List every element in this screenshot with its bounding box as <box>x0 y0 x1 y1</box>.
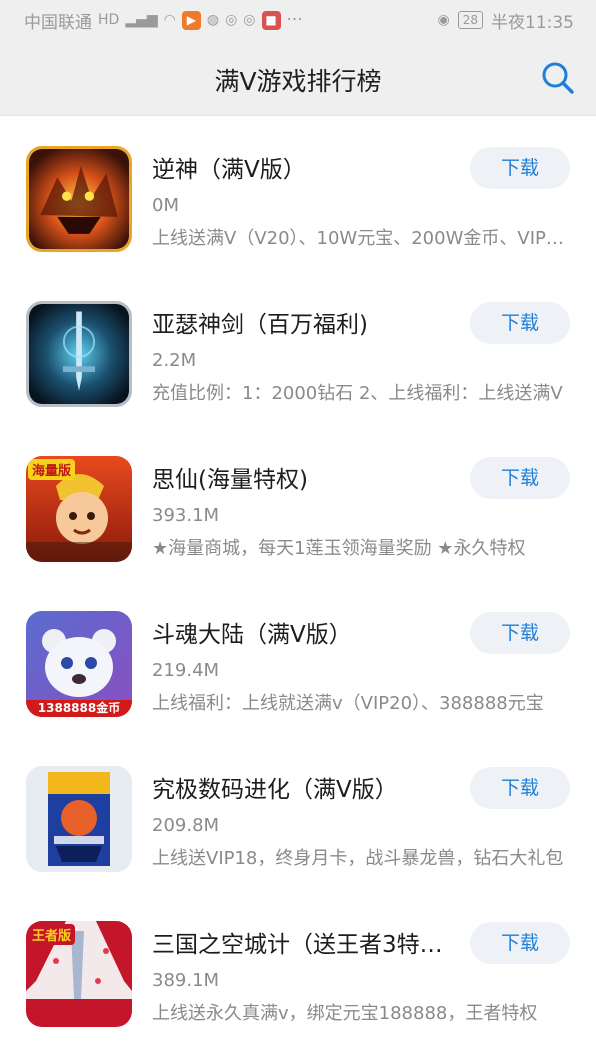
video-app-icon: ▶ <box>181 10 201 30</box>
carrier-label: 中国联通 <box>24 12 92 33</box>
three-kingdoms-icon: 王者版 <box>26 921 132 1027</box>
app-name: 三国之空城计（送王者3特权） <box>152 932 462 958</box>
app-size: 219.4M <box>152 660 220 681</box>
app-name: 斗魂大陆（满V版） <box>152 622 352 648</box>
app-description: 充值比例：1：2000钻石 2、上线福利：上线送满V <box>152 383 563 404</box>
app-size: 209.8M <box>152 815 220 836</box>
sword-icon <box>26 301 132 407</box>
app-size: 389.1M <box>152 970 220 991</box>
bear-icon: 1388888金币 <box>26 611 132 717</box>
app-description: 上线福利：上线就送满v（VIP20）、388888元宝 <box>152 693 544 714</box>
search-button[interactable] <box>540 60 576 96</box>
news-app-icon: ■ <box>261 10 281 30</box>
list-item[interactable]: 王者版 三国之空城计（送王者3特权） 389.1M 上线送永久真满v，绑定元宝1… <box>0 892 596 1047</box>
app-name: 思仙(海量特权) <box>152 467 308 493</box>
notification-icon: ◎ <box>225 12 238 28</box>
app-description: 上线送满V（V20）、10W元宝、200W金币、VIP礼包 <box>152 228 570 249</box>
app-name: 亚瑟神剑（百万福利) <box>152 312 368 338</box>
dragon-icon <box>26 146 132 252</box>
icon-banner: 海量版 <box>28 459 76 480</box>
download-button[interactable]: 下载 <box>470 147 570 189</box>
icon-banner: 王者版 <box>28 924 76 945</box>
app-size: 393.1M <box>152 505 220 526</box>
app-name: 究极数码进化（满V版） <box>152 777 398 803</box>
app-size: 0M <box>152 195 179 216</box>
status-bar: 中国联通 HD ▂▄▆ ◠ ▶ ◍ ◎ ◎ ■ ··· ◉ 28 半夜11:35 <box>0 0 596 40</box>
status-right: ◉ 28 半夜11:35 <box>437 8 574 33</box>
monkey-king-icon: 海量版 <box>26 456 132 562</box>
list-item[interactable]: 究极数码进化（满V版） 209.8M 上线送VIP18，终身月卡，战斗暴龙兽，钻… <box>0 737 596 892</box>
wifi-icon: ◠ <box>163 12 176 28</box>
list-item[interactable]: 海量版 思仙(海量特权) 393.1M ★海量商城，每天1莲玉领海量奖励 ★永久… <box>0 427 596 582</box>
clock: 半夜11:35 <box>491 12 574 33</box>
app-name: 逆神（满V版） <box>152 157 306 183</box>
list-item[interactable]: 亚瑟神剑（百万福利) 2.2M 充值比例：1：2000钻石 2、上线福利：上线送… <box>0 272 596 427</box>
download-button[interactable]: 下载 <box>470 922 570 964</box>
notification-icon: ◎ <box>243 12 256 28</box>
download-button[interactable]: 下载 <box>470 302 570 344</box>
hd-badge: HD <box>98 12 120 28</box>
list-item[interactable]: 逆神（满V版） 0M 上线送满V（V20）、10W元宝、200W金币、VIP礼包… <box>0 117 596 272</box>
app-header: 满V游戏排行榜 <box>0 40 596 116</box>
download-button[interactable]: 下载 <box>470 457 570 499</box>
download-button[interactable]: 下载 <box>470 767 570 809</box>
search-icon <box>542 62 574 94</box>
list-item[interactable]: 1388888金币 斗魂大陆（满V版） 219.4M 上线福利：上线就送满v（V… <box>0 582 596 737</box>
game-ranking-list: 逆神（满V版） 0M 上线送满V（V20）、10W元宝、200W金币、VIP礼包… <box>0 117 596 1047</box>
download-button[interactable]: 下载 <box>470 612 570 654</box>
battery-icon: 28 <box>457 11 483 29</box>
notification-icon: ◍ <box>206 12 220 28</box>
digimon-icon <box>26 766 132 872</box>
app-description: ★海量商城，每天1莲玉领海量奖励 ★永久特权 <box>152 538 526 559</box>
app-description: 上线送VIP18，终身月卡，战斗暴龙兽，钻石大礼包 <box>152 848 564 869</box>
app-size: 2.2M <box>152 350 197 371</box>
signal-icon: ▂▄▆ <box>125 12 158 28</box>
more-notifications-icon: ··· <box>286 10 303 30</box>
status-left: 中国联通 HD ▂▄▆ ◠ ▶ ◍ ◎ ◎ ■ ··· <box>24 8 438 33</box>
eye-icon: ◉ <box>437 12 450 28</box>
icon-banner: 1388888金币 <box>26 700 132 717</box>
page-title: 满V游戏排行榜 <box>214 67 382 96</box>
app-description: 上线送永久真满v，绑定元宝188888，王者特权 <box>152 1003 538 1024</box>
